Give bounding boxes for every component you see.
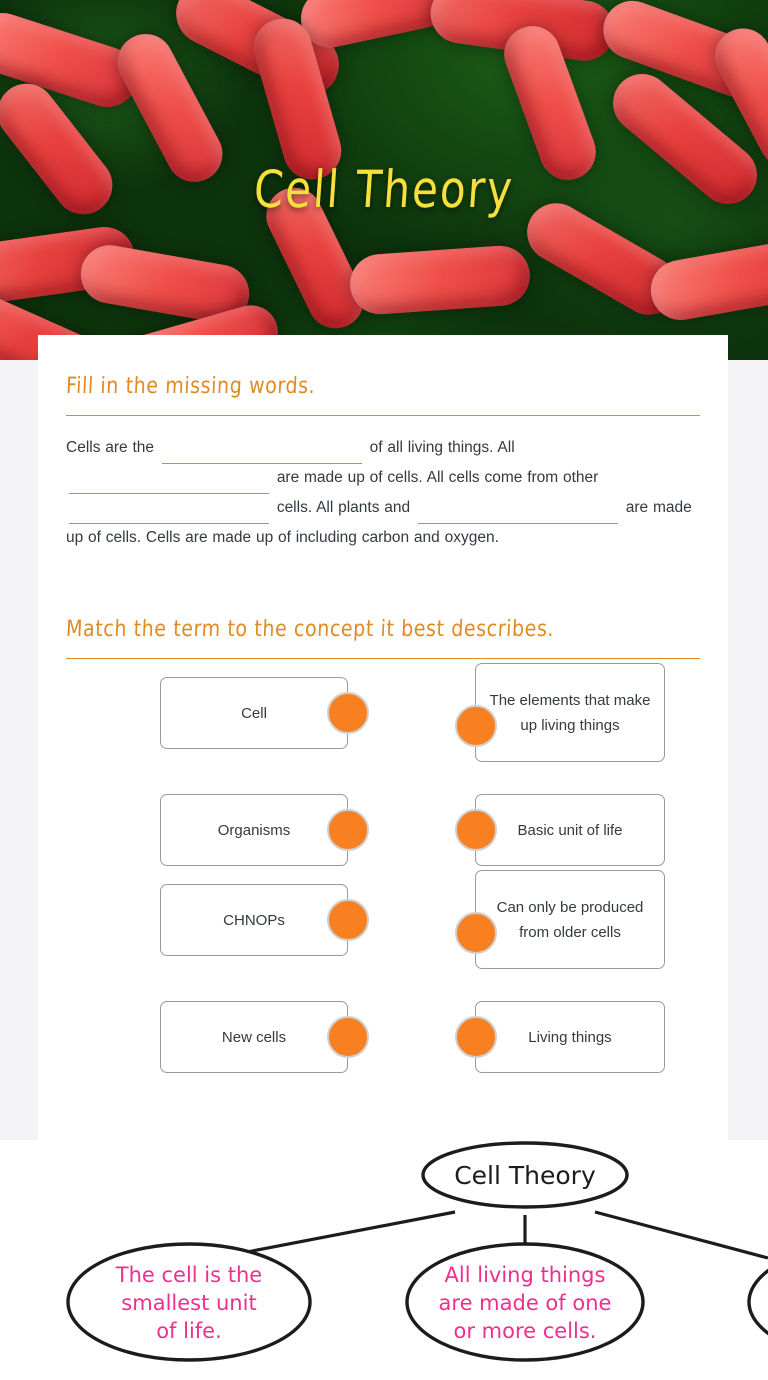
match-left-dot-3[interactable] bbox=[327, 899, 369, 941]
concept-branch-2-line-1: All living things bbox=[445, 1263, 606, 1287]
match-right-card-1[interactable]: The elements that make up living things bbox=[475, 663, 665, 762]
fill-text-part-2: of all living things. All bbox=[369, 439, 515, 456]
match-right-dot-1[interactable] bbox=[455, 705, 497, 747]
match-heading-rule bbox=[66, 658, 700, 659]
concept-branch-ellipse-3 bbox=[747, 1268, 768, 1336]
concept-root-label: Cell Theory bbox=[454, 1161, 596, 1190]
fill-blank-1[interactable] bbox=[161, 442, 362, 464]
concept-branch-2-line-2: are made of one bbox=[439, 1291, 612, 1315]
match-left-card-4[interactable]: New cells bbox=[160, 1001, 348, 1073]
concept-branch-1-line-2: smallest unit bbox=[121, 1291, 256, 1315]
fill-blank-4[interactable] bbox=[417, 502, 618, 524]
match-left-label-2: Organisms bbox=[217, 821, 291, 839]
fill-blank-3[interactable] bbox=[69, 502, 269, 524]
fill-text-part-1: Cells are the bbox=[66, 439, 155, 456]
match-left-card-3[interactable]: CHNOPs bbox=[160, 884, 348, 956]
worksheet-card: Fill in the missing words. Cells are the… bbox=[38, 335, 728, 1140]
match-right-label-4: Living things bbox=[528, 1028, 612, 1046]
concept-branch-1-line-1: The cell is the bbox=[115, 1263, 262, 1287]
concept-branch-2-line-3: or more cells. bbox=[454, 1319, 597, 1343]
fill-in-paragraph: Cells are the of all living things. All … bbox=[66, 434, 700, 552]
match-left-dot-2[interactable] bbox=[327, 809, 369, 851]
match-left-card-2[interactable]: Organisms bbox=[160, 794, 348, 866]
match-left-label-3: CHNOPs bbox=[223, 911, 285, 929]
matching-area: Cell The elements that make up living th… bbox=[66, 663, 700, 1097]
match-right-card-3[interactable]: Can only be produced from older cells bbox=[475, 870, 665, 969]
fill-blank-2[interactable] bbox=[69, 472, 269, 494]
match-heading: Match the term to the concept it best de… bbox=[65, 615, 555, 642]
match-left-card-1[interactable]: Cell bbox=[160, 677, 348, 749]
match-right-label-3: Can only be produced from older cells bbox=[496, 898, 644, 941]
match-left-label-4: New cells bbox=[221, 1028, 287, 1046]
concept-branch-1-line-3: of life. bbox=[156, 1319, 222, 1343]
match-left-dot-4[interactable] bbox=[327, 1016, 369, 1058]
concept-map-image: Cell Theory The cell is the smallest uni… bbox=[0, 1140, 768, 1380]
banner-image: Cell Theory bbox=[0, 0, 768, 360]
bacteria-rod bbox=[348, 243, 532, 317]
match-right-dot-4[interactable] bbox=[455, 1016, 497, 1058]
match-left-dot-1[interactable] bbox=[327, 692, 369, 734]
match-left-label-1: Cell bbox=[241, 704, 267, 722]
fill-text-part-6: including carbon and oxygen. bbox=[295, 529, 499, 546]
match-right-label-2: Basic unit of life bbox=[517, 821, 623, 839]
fill-in-heading-rule bbox=[66, 415, 700, 416]
fill-in-heading: Fill in the missing words. bbox=[65, 372, 316, 399]
fill-text-part-4: cells. All plants and bbox=[276, 499, 411, 516]
match-right-dot-2[interactable] bbox=[455, 809, 497, 851]
match-right-card-2[interactable]: Basic unit of life bbox=[475, 794, 665, 866]
fill-text-part-3: are made up of cells. All cells come fro… bbox=[276, 469, 599, 486]
worksheet-page: Cell Theory Fill in the missing words. C… bbox=[0, 0, 768, 1380]
match-right-label-1: The elements that make up living things bbox=[489, 691, 651, 734]
match-right-dot-3[interactable] bbox=[455, 912, 497, 954]
match-right-card-4[interactable]: Living things bbox=[475, 1001, 665, 1073]
page-title: Cell Theory bbox=[252, 159, 516, 220]
